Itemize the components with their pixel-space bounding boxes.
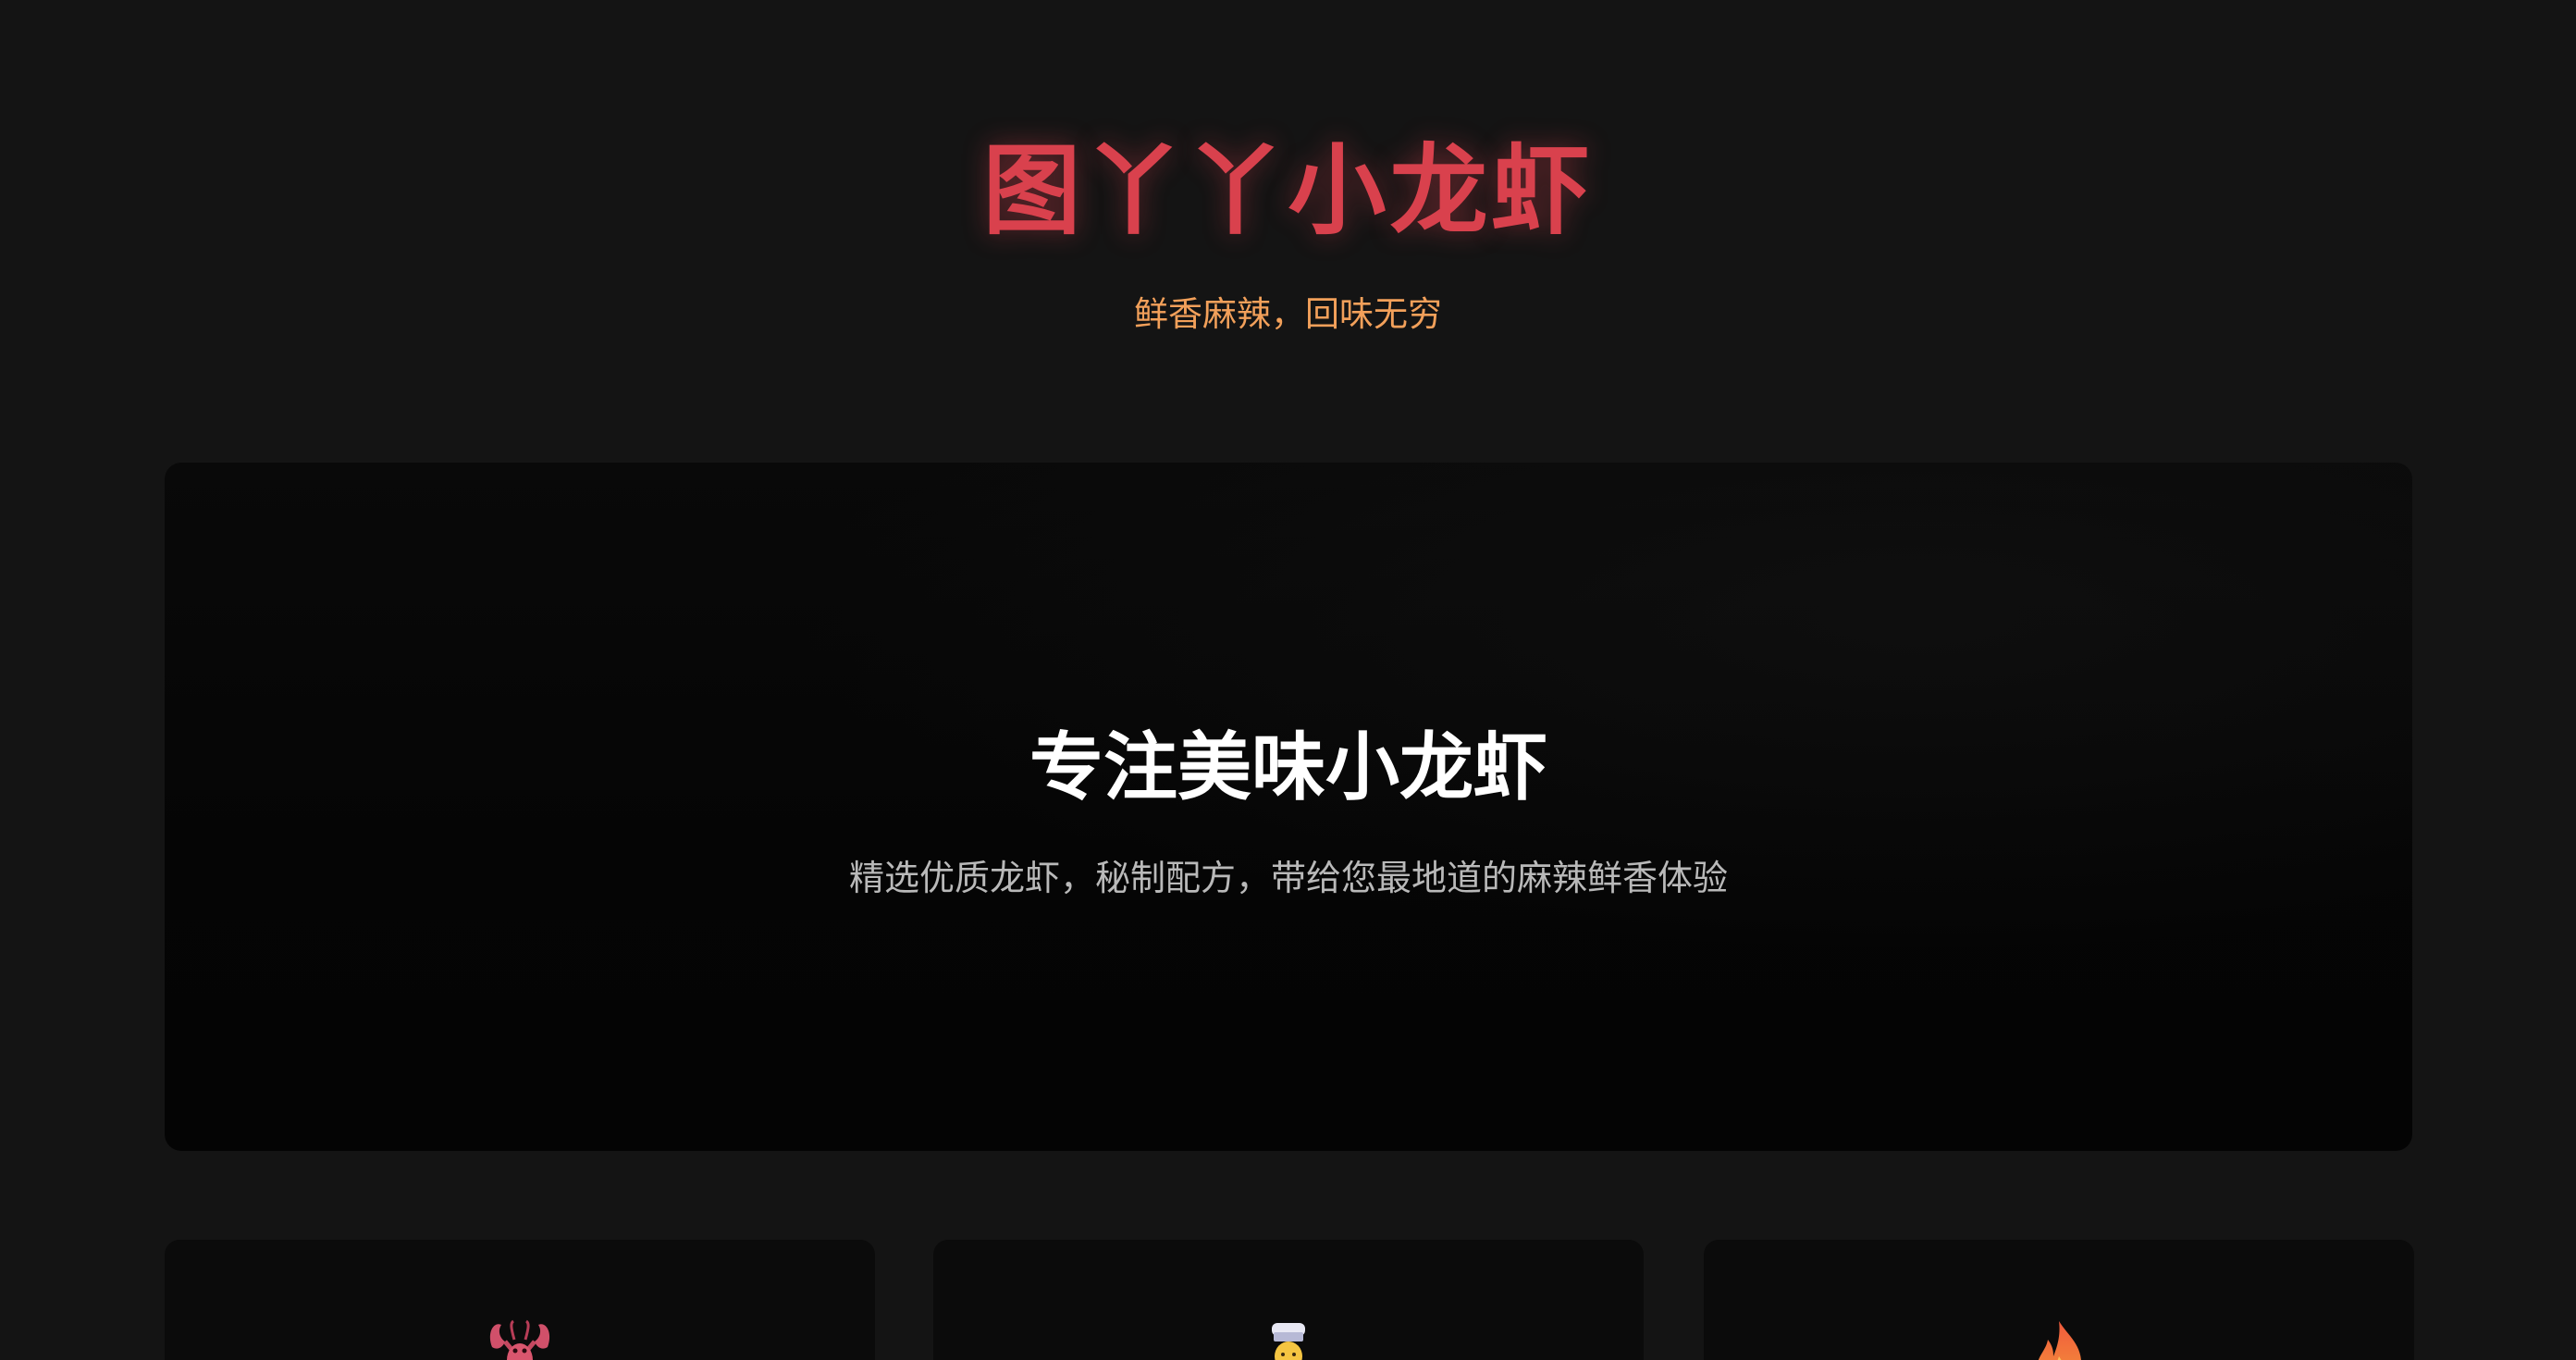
feature-card-chef (933, 1240, 1644, 1360)
fire-icon (2038, 1321, 2081, 1360)
page: 图丫丫小龙虾 鲜香麻辣，回味无穷 专注美味小龙虾 精选优质龙虾，秘制配方，带给您… (0, 0, 2576, 1360)
chef-icon (1272, 1323, 1305, 1360)
site-title: 图丫丫小龙虾 (982, 134, 1594, 248)
hero-subheading: 精选优质龙虾，秘制配方，带给您最地道的麻辣鲜香体验 (848, 858, 1728, 898)
site-tagline: 鲜香麻辣，回味无穷 (1134, 294, 1442, 334)
hero-heading: 专注美味小龙虾 (1029, 724, 1547, 810)
feature-card-lobster (165, 1240, 875, 1360)
lobster-icon (489, 1319, 550, 1360)
hero-banner: 专注美味小龙虾 精选优质龙虾，秘制配方，带给您最地道的麻辣鲜香体验 (165, 463, 2412, 1151)
feature-card-fire (1704, 1240, 2414, 1360)
